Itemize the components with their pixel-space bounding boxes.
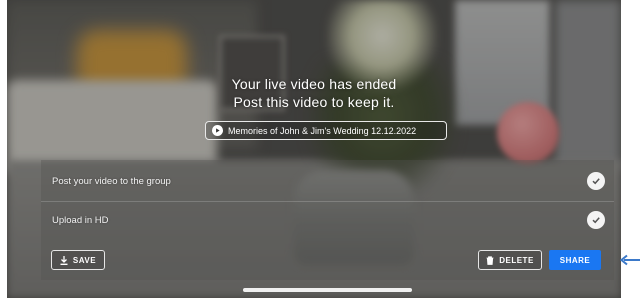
live-ended-title: Your live video has ended	[231, 76, 397, 92]
download-icon	[60, 255, 68, 265]
live-ended-subtitle: Post this video to keep it.	[233, 94, 395, 110]
option-label: Post your video to the group	[52, 175, 171, 187]
video-title-text: Memories of John & Jim's Wedding 12.12.2…	[228, 125, 417, 136]
trash-icon	[486, 255, 494, 265]
check-circle-icon[interactable]	[587, 172, 605, 190]
save-button[interactable]: SAVE	[51, 250, 105, 270]
option-post-to-group[interactable]: Post your video to the group	[41, 162, 614, 200]
post-live-video-screen: Your live video has ended Post this vide…	[7, 0, 621, 298]
delete-button-label: DELETE	[499, 255, 534, 265]
share-button[interactable]: SHARE	[549, 250, 601, 270]
share-button-label: SHARE	[559, 255, 591, 265]
play-circle-icon	[212, 125, 223, 136]
home-indicator	[243, 288, 412, 292]
delete-button[interactable]: DELETE	[478, 250, 542, 270]
save-button-label: SAVE	[72, 255, 97, 265]
post-options-panel: Post your video to the group Upload in H…	[41, 160, 614, 280]
video-title-field[interactable]: Memories of John & Jim's Wedding 12.12.2…	[205, 121, 447, 140]
option-label: Upload in HD	[52, 214, 109, 226]
option-upload-hd[interactable]: Upload in HD	[41, 201, 614, 239]
arrow-left-icon	[620, 254, 640, 266]
screen: Your live video has ended Post this vide…	[0, 0, 641, 298]
action-bar: SAVE DELETE SHARE	[41, 248, 614, 276]
check-circle-icon[interactable]	[587, 211, 605, 229]
